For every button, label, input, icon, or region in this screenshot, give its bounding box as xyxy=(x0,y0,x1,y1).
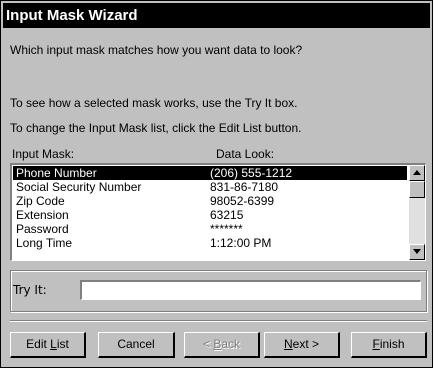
column-header-input-mask: Input Mask: xyxy=(12,147,75,161)
list-item-mask: Zip Code xyxy=(16,194,65,208)
arrow-up-icon xyxy=(413,170,421,175)
cancel-label: Cancel xyxy=(117,337,155,351)
title-bar[interactable]: Input Mask Wizard xyxy=(3,3,430,28)
column-header-data-look: Data Look: xyxy=(216,147,275,161)
next-button[interactable]: Next > xyxy=(264,332,340,358)
list-item-look: ******* xyxy=(210,222,243,236)
list-item-mask: Social Security Number xyxy=(16,180,142,194)
separator-highlight xyxy=(10,321,427,322)
question-text: Which input mask matches how you want da… xyxy=(10,43,303,57)
finish-label-key: F xyxy=(372,337,380,351)
next-label-key: N xyxy=(283,337,293,351)
listbox-rows: Phone Number (206) 555-1212 Social Secur… xyxy=(13,166,407,250)
list-item-look: 98052-6399 xyxy=(210,194,275,208)
arrow-down-icon xyxy=(413,249,421,254)
edit-list-label-pre: Edit xyxy=(26,337,51,351)
back-label-post: ack xyxy=(221,337,241,351)
list-item[interactable]: Extension 63215 xyxy=(13,208,407,222)
list-item[interactable]: Password ******* xyxy=(13,222,407,236)
list-item-mask: Long Time xyxy=(16,236,73,250)
help-text-edit-list: To change the Input Mask list, click the… xyxy=(10,121,302,135)
list-item[interactable]: Social Security Number 831-86-7180 xyxy=(13,180,407,194)
list-item-mask: Phone Number xyxy=(16,166,97,180)
list-item-look: (206) 555-1212 xyxy=(210,166,293,180)
cancel-button[interactable]: Cancel xyxy=(98,332,175,358)
next-label-post: ext > xyxy=(292,337,320,351)
try-it-input[interactable] xyxy=(80,280,421,300)
vertical-scrollbar[interactable] xyxy=(409,165,425,260)
scroll-thumb[interactable] xyxy=(409,181,425,198)
list-item-selected[interactable]: Phone Number (206) 555-1212 xyxy=(13,166,407,180)
list-item-mask: Extension xyxy=(16,208,69,222)
list-item-look: 1:12:00 PM xyxy=(210,236,272,250)
list-item-look: 63215 xyxy=(210,208,244,222)
list-item[interactable]: Zip Code 98052-6399 xyxy=(13,194,407,208)
list-item[interactable]: Long Time 1:12:00 PM xyxy=(13,236,407,250)
back-button[interactable]: < Back xyxy=(184,332,260,358)
finish-button[interactable]: Finish xyxy=(351,332,427,358)
edit-list-label-key: L xyxy=(50,337,57,351)
scroll-down-button[interactable] xyxy=(409,244,425,260)
list-item-mask: Password xyxy=(16,222,69,236)
edit-list-label-post: ist xyxy=(56,337,69,351)
help-text-try-it: To see how a selected mask works, use th… xyxy=(10,96,298,110)
back-label-pre: < xyxy=(202,337,214,351)
window-title: Input Mask Wizard xyxy=(6,7,138,24)
edit-list-button[interactable]: Edit List xyxy=(10,332,86,358)
scroll-up-button[interactable] xyxy=(409,165,425,181)
finish-label-post: inish xyxy=(379,337,405,351)
input-mask-listbox[interactable]: Phone Number (206) 555-1212 Social Secur… xyxy=(10,163,426,261)
list-item-look: 831-86-7180 xyxy=(210,180,279,194)
wizard-window: Input Mask Wizard Which input mask match… xyxy=(0,0,433,368)
try-it-label: Try It: xyxy=(13,283,47,297)
